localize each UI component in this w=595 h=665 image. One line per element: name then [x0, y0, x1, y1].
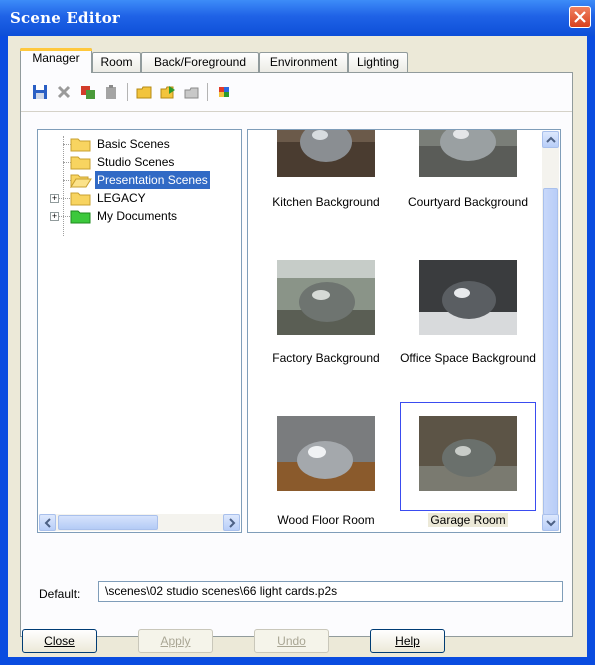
window-title: Scene Editor	[10, 9, 121, 27]
delete-icon	[57, 85, 71, 99]
close-button-label: Close	[44, 634, 75, 648]
undo-button-label: Undo	[277, 634, 306, 648]
delete-button[interactable]	[53, 81, 75, 103]
up-folder-button[interactable]	[181, 81, 203, 103]
scrollbar-thumb[interactable]	[58, 515, 158, 530]
scene-thumbnail	[419, 416, 517, 491]
scene-label-text: Garage Room	[428, 513, 508, 527]
tree-line	[59, 216, 70, 217]
apply-button[interactable]: Apply	[138, 629, 213, 653]
scroll-down-button[interactable]	[542, 514, 559, 531]
toolbar-separator	[207, 83, 208, 101]
teapot-image	[419, 130, 517, 177]
chevron-up-icon	[546, 136, 556, 143]
tree-expander[interactable]: +	[50, 212, 59, 221]
scene-thumbnail	[419, 130, 517, 177]
tab-manager[interactable]: Manager	[20, 48, 92, 73]
scene-thumbnail	[277, 130, 375, 177]
undo-button[interactable]: Undo	[254, 629, 329, 653]
scene-label: Office Space Background	[400, 351, 536, 365]
scene-thumbnail	[419, 260, 517, 335]
scene-label: Kitchen Background	[272, 195, 380, 209]
color-icon	[219, 87, 229, 97]
window-close-button[interactable]	[569, 6, 591, 28]
dialog-body: Manager Room Back/Foreground Environment…	[8, 36, 587, 657]
tree-item-label: My Documents	[97, 209, 178, 223]
default-path-field[interactable]: \scenes\02 studio scenes\66 light cards.…	[98, 581, 563, 602]
chevron-left-icon	[44, 518, 51, 528]
help-button-label: Help	[395, 634, 420, 648]
scene-thumbnail	[277, 416, 375, 491]
scene-label: Factory Background	[272, 351, 380, 365]
paste-button[interactable]	[101, 81, 123, 103]
tree-item-label: Basic Scenes	[97, 137, 170, 151]
scroll-up-button[interactable]	[542, 131, 559, 148]
tree-line	[59, 198, 70, 199]
folder-icon	[70, 192, 91, 206]
apply-button-label: Apply	[160, 634, 191, 648]
scene-editor-window: Scene Editor Manager Room Back/Foregroun…	[0, 0, 595, 665]
toolbar-separator	[127, 83, 128, 101]
toolbar-divider	[21, 111, 572, 112]
close-icon	[574, 11, 586, 23]
tab-room[interactable]: Room	[92, 52, 141, 72]
scene-thumbnail	[277, 260, 375, 335]
folder-icon	[70, 138, 91, 152]
tab-lighting[interactable]: Lighting	[348, 52, 408, 72]
scene-gallery[interactable]: Kitchen Background Courtyard Background	[247, 129, 561, 533]
scene-label: Wood Floor Room	[277, 513, 375, 527]
help-button[interactable]: Help	[370, 629, 445, 653]
chevron-right-icon	[229, 518, 236, 528]
scroll-left-button[interactable]	[39, 514, 56, 531]
teapot-image	[277, 260, 375, 335]
title-bar[interactable]: Scene Editor	[0, 0, 595, 36]
open-folder-icon	[70, 174, 92, 188]
scene-tree[interactable]: Basic Scenes Studio Scenes Presentation …	[37, 129, 242, 533]
save-button[interactable]	[29, 81, 51, 103]
teapot-image	[277, 130, 375, 177]
tree-horizontal-scrollbar[interactable]	[39, 514, 240, 531]
tree-item-label: LEGACY	[97, 191, 146, 205]
save-icon	[33, 85, 47, 99]
teapot-image	[419, 260, 517, 335]
tab-environment[interactable]: Environment	[259, 52, 348, 72]
green-folder-icon	[70, 210, 91, 224]
close-button[interactable]: Close	[22, 629, 97, 653]
open-folder-button[interactable]	[157, 81, 179, 103]
teapot-image	[419, 416, 517, 491]
teapot-image	[277, 416, 375, 491]
scrollbar-thumb[interactable]	[543, 188, 558, 515]
gallery-vertical-scrollbar[interactable]	[542, 131, 559, 531]
tree-line	[63, 136, 64, 236]
copy-icon	[81, 86, 95, 99]
copy-button[interactable]	[77, 81, 99, 103]
scroll-right-button[interactable]	[223, 514, 240, 531]
up-folder-icon	[184, 87, 199, 99]
color-button[interactable]	[213, 81, 235, 103]
open-folder-icon	[160, 86, 175, 99]
chevron-down-icon	[546, 520, 556, 527]
default-label: Default:	[39, 587, 81, 601]
new-folder-icon	[136, 86, 152, 99]
paste-icon	[106, 85, 116, 99]
tree-item-label: Studio Scenes	[97, 155, 175, 169]
folder-icon	[70, 156, 91, 170]
new-folder-button[interactable]	[133, 81, 155, 103]
tab-back-foreground[interactable]: Back/Foreground	[141, 52, 259, 72]
scene-label: Garage Room	[398, 512, 538, 529]
scene-label: Courtyard Background	[407, 195, 529, 209]
manager-panel: Basic Scenes Studio Scenes Presentation …	[20, 72, 573, 637]
tree-item-label: Presentation Scenes	[95, 171, 210, 189]
tree-expander[interactable]: +	[50, 194, 59, 203]
